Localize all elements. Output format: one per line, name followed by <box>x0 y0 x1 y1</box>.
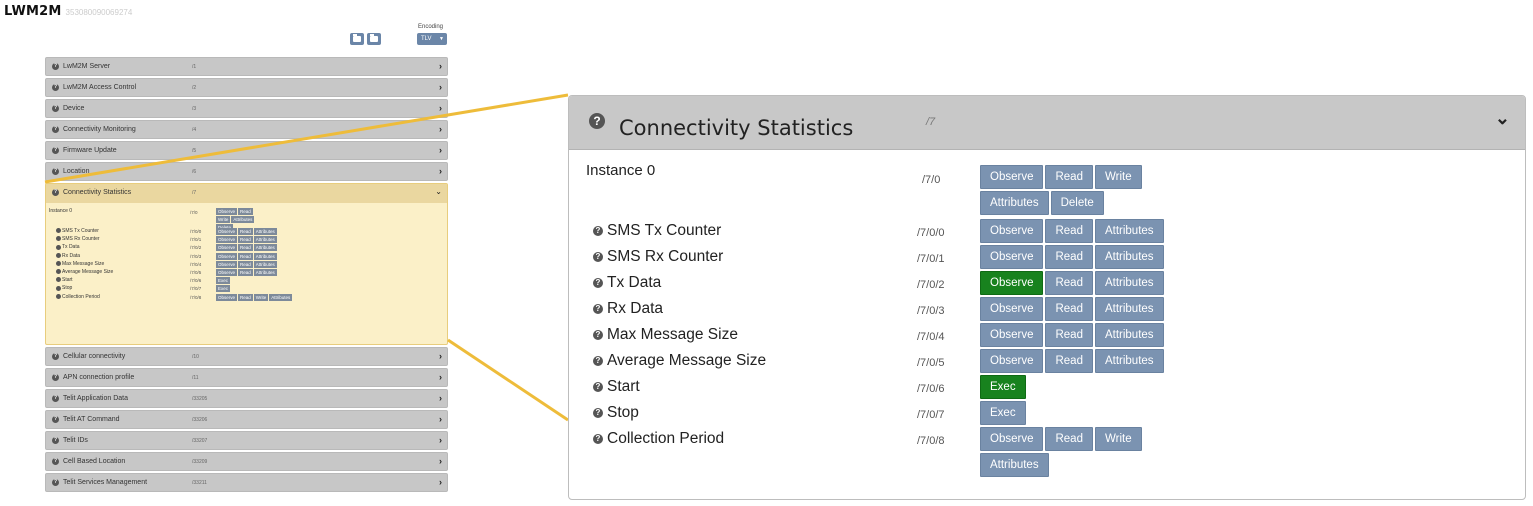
observe-button[interactable]: Observe <box>980 165 1044 189</box>
resource-row: ? Start/7/0/6 Exec <box>569 375 1525 401</box>
resource-name: ? SMS Tx Counter <box>593 222 721 240</box>
attributes-button[interactable]: Attributes <box>1094 271 1164 295</box>
help-icon: ? <box>593 356 603 366</box>
resource-name: ? Max Message Size <box>593 326 738 344</box>
help-icon: ? <box>593 226 603 236</box>
resource-row: ? Rx Data/7/0/3 Observe Read Attributes <box>569 297 1525 323</box>
observe-button[interactable]: Observe <box>980 219 1044 243</box>
resource-name: ? SMS Rx Counter <box>593 248 723 266</box>
resource-row: ? Average Message Size/7/0/5 Observe Read At… <box>569 349 1525 375</box>
resource-buttons: Exec <box>980 401 1026 425</box>
read-button[interactable]: Read <box>1045 323 1093 347</box>
resource-name: ? Collection Period <box>593 430 724 448</box>
observe-button[interactable]: Observe <box>980 297 1044 321</box>
chevron-down-icon[interactable]: ⌄ <box>1495 108 1510 129</box>
resource-label: Start <box>607 378 640 395</box>
help-icon: ? <box>593 330 603 340</box>
read-button[interactable]: Read <box>1045 427 1093 451</box>
resource-name: ? Stop <box>593 404 639 422</box>
resource-label: Average Message Size <box>607 352 767 369</box>
connector-top-line <box>44 93 569 184</box>
attributes-button[interactable]: Attributes <box>1094 245 1164 269</box>
instance-label: Instance 0 <box>586 162 656 179</box>
resource-label: Stop <box>607 404 639 421</box>
help-icon: ? <box>593 304 603 314</box>
resource-name: ? Start <box>593 378 640 396</box>
resource-path: /7/0/3 <box>917 305 945 317</box>
resource-row: ? SMS Tx Counter/7/0/0 Observe Read Attribut… <box>569 219 1525 245</box>
read-button[interactable]: Read <box>1045 349 1093 373</box>
write-button[interactable]: Write <box>1094 165 1142 189</box>
resource-label: Rx Data <box>607 300 663 317</box>
resource-label: SMS Rx Counter <box>607 248 724 265</box>
resource-name: ? Tx Data <box>593 274 661 292</box>
delete-button[interactable]: Delete <box>1050 191 1104 215</box>
write-button[interactable]: Write <box>1094 427 1142 451</box>
observe-button[interactable]: Observe <box>980 427 1044 451</box>
resource-label: Max Message Size <box>607 326 738 343</box>
resource-buttons: Observe Read Attributes <box>980 219 1164 243</box>
resource-buttons: Observe Read Attributes <box>980 271 1164 295</box>
observe-button[interactable]: Observe <box>980 271 1044 295</box>
read-button[interactable]: Read <box>1045 297 1093 321</box>
connector-bottom-line <box>447 338 569 422</box>
object-detail-panel: ? Connectivity Statistics /7 ⌄ Instance … <box>568 95 1526 500</box>
attributes-button[interactable]: Attributes <box>980 191 1049 215</box>
resource-buttons: Observe Read Attributes <box>980 349 1164 373</box>
help-icon: ? <box>589 113 605 129</box>
read-button[interactable]: Read <box>1045 165 1093 189</box>
resource-path: /7/0/1 <box>917 253 945 265</box>
panel-path: /7 <box>926 116 936 128</box>
help-icon: ? <box>593 382 603 392</box>
resource-buttons: Observe Read Attributes <box>980 245 1164 269</box>
attributes-button[interactable]: Attributes <box>1094 219 1164 243</box>
attributes-button[interactable]: Attributes <box>1094 323 1164 347</box>
instance-buttons: Observe Read Write Attributes Delete <box>980 165 1155 215</box>
resource-row: ? Tx Data/7/0/2 Observe Read Attributes <box>569 271 1525 297</box>
resource-path: /7/0/7 <box>917 409 945 421</box>
resource-buttons: Exec <box>980 375 1026 399</box>
read-button[interactable]: Read <box>1045 245 1093 269</box>
attributes-button[interactable]: Attributes <box>1094 297 1164 321</box>
instance-path: /7/0 <box>922 174 941 186</box>
observe-button[interactable]: Observe <box>980 245 1044 269</box>
resource-path: /7/0/4 <box>917 331 945 343</box>
resource-name: ? Rx Data <box>593 300 663 318</box>
read-button[interactable]: Read <box>1045 271 1093 295</box>
help-icon: ? <box>593 434 603 444</box>
resource-row: ? Stop/7/0/7 Exec <box>569 401 1525 427</box>
help-icon: ? <box>593 252 603 262</box>
resource-path: /7/0/8 <box>917 435 945 447</box>
attributes-button[interactable]: Attributes <box>1094 349 1164 373</box>
resource-row: ? Max Message Size/7/0/4 Observe Read Attrib… <box>569 323 1525 349</box>
attributes-button[interactable]: Attributes <box>980 453 1049 477</box>
resource-label: Tx Data <box>607 274 662 291</box>
resource-buttons: Observe Read Attributes <box>980 297 1164 321</box>
exec-button[interactable]: Exec <box>980 375 1026 399</box>
resource-name: ? Average Message Size <box>593 352 766 370</box>
resource-path: /7/0/0 <box>917 227 945 239</box>
resource-row: ? SMS Rx Counter/7/0/1 Observe Read Attribut… <box>569 245 1525 271</box>
resource-label: Collection Period <box>607 430 725 447</box>
help-icon: ? <box>593 278 603 288</box>
exec-button[interactable]: Exec <box>980 401 1026 425</box>
resource-buttons: Observe Read Attributes <box>980 323 1164 347</box>
read-button[interactable]: Read <box>1045 219 1093 243</box>
resource-label: SMS Tx Counter <box>607 222 722 239</box>
resource-path: /7/0/5 <box>917 357 945 369</box>
resource-buttons: Observe Read Write Attributes <box>980 427 1155 477</box>
panel-header[interactable]: ? Connectivity Statistics /7 ⌄ <box>569 96 1525 150</box>
resource-path: /7/0/2 <box>917 279 945 291</box>
panel-title: Connectivity Statistics <box>619 116 854 140</box>
resource-path: /7/0/6 <box>917 383 945 395</box>
help-icon: ? <box>593 408 603 418</box>
observe-button[interactable]: Observe <box>980 349 1044 373</box>
observe-button[interactable]: Observe <box>980 323 1044 347</box>
resource-row: ? Collection Period/7/0/8 Observe Read Write… <box>569 427 1525 477</box>
